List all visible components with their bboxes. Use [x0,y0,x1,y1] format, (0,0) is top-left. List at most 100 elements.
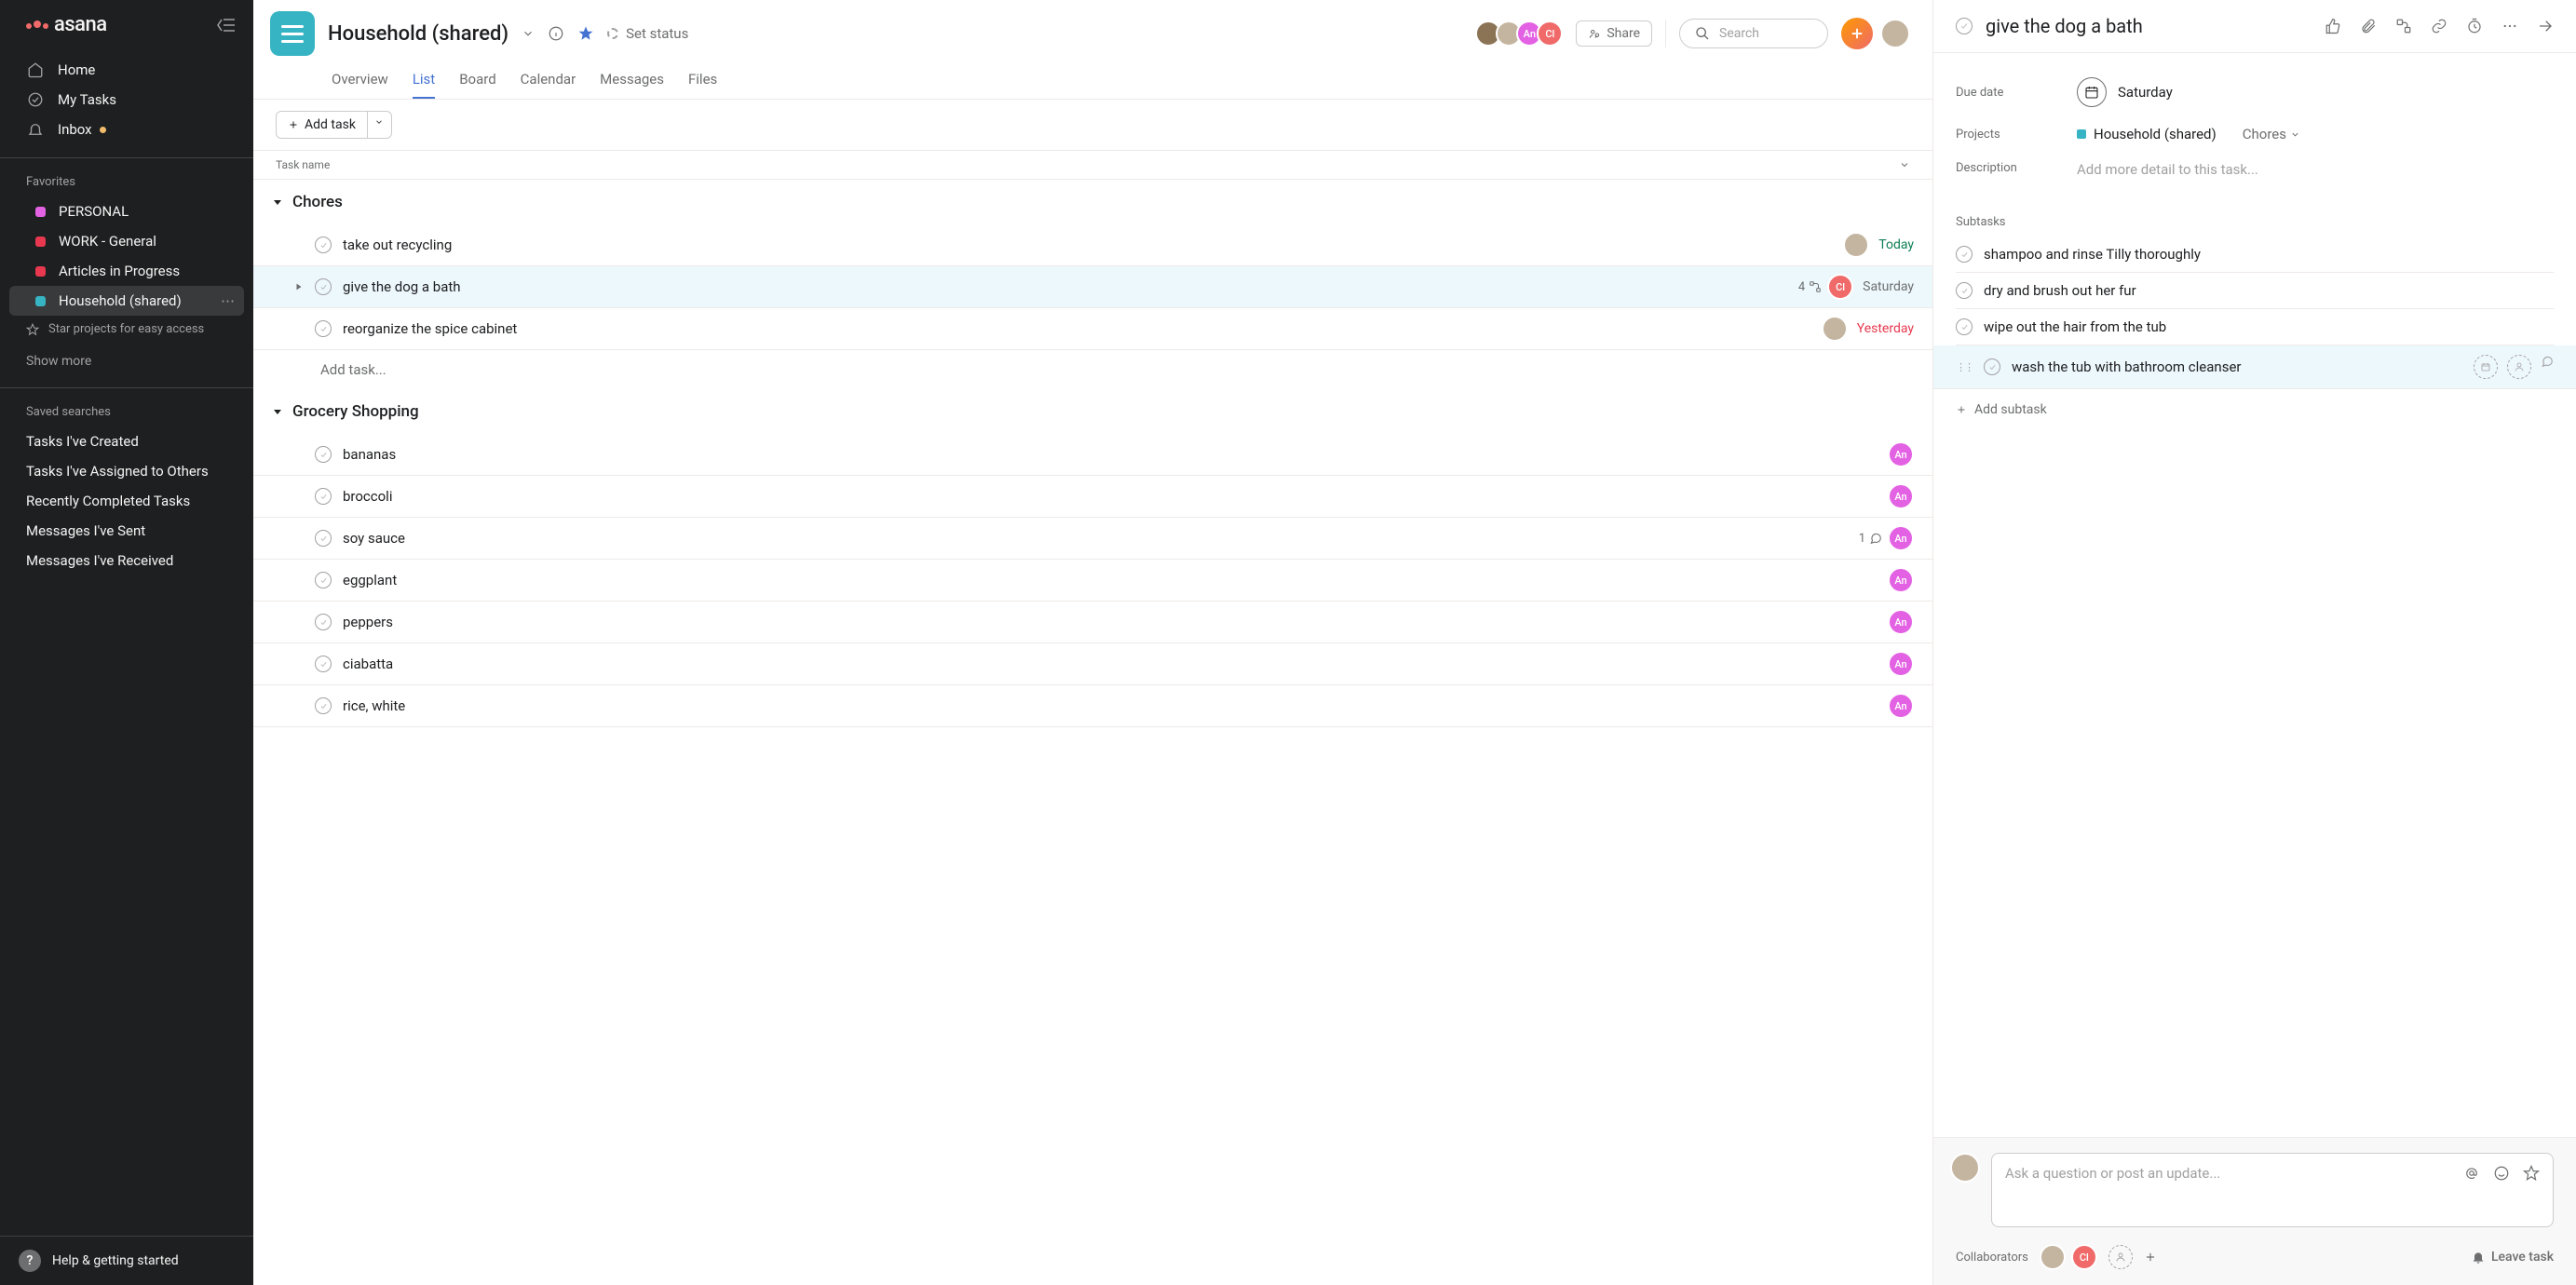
sidebar-favorite[interactable]: Household (shared)⋯ [9,286,244,316]
more-icon[interactable]: ⋯ [221,292,235,309]
info-icon[interactable] [548,25,564,42]
assignee-avatar[interactable]: Cl [1827,274,1853,300]
assignee-placeholder-icon[interactable] [2507,355,2531,379]
task-row[interactable]: soy sauce1 An [253,518,1932,560]
show-more[interactable]: Show more [0,343,253,380]
complete-task-button[interactable] [315,530,332,547]
add-collaborator-button[interactable] [2144,1251,2157,1264]
section-header[interactable]: Chores [253,180,1932,224]
complete-subtask-button[interactable] [1956,282,1973,299]
assignee-avatar[interactable] [1822,316,1848,342]
project-icon[interactable] [270,11,315,56]
search-input[interactable]: Search [1679,19,1828,48]
complete-subtask-button[interactable] [1956,246,1973,263]
complete-task-button[interactable] [315,446,332,463]
chevron-down-icon[interactable] [1899,159,1910,170]
appreciation-icon[interactable] [2523,1165,2540,1182]
link-icon[interactable] [2431,18,2447,34]
subtask-row[interactable]: shampoo and rinse Tilly thoroughly [1956,237,2554,273]
task-row[interactable]: bananasAn [253,434,1932,476]
complete-task-button[interactable] [315,572,332,588]
project-chip[interactable]: Household (shared) [2077,126,2217,142]
saved-search-item[interactable]: Messages I've Sent [0,516,253,546]
subtask-row[interactable]: wipe out the hair from the tub [1956,309,2554,345]
complete-task-button[interactable] [315,278,332,295]
help-button[interactable]: ? Help & getting started [0,1236,253,1285]
emoji-icon[interactable] [2493,1165,2510,1182]
task-row[interactable]: eggplantAn [253,560,1932,602]
expand-icon[interactable] [294,282,304,291]
mention-icon[interactable] [2463,1165,2480,1182]
due-date-placeholder-icon[interactable] [2474,355,2498,379]
set-status-button[interactable]: Set status [607,25,688,42]
saved-search-item[interactable]: Recently Completed Tasks [0,486,253,516]
collapse-sidebar-icon[interactable] [216,18,237,33]
add-task-button[interactable]: Add task [276,111,368,139]
task-row[interactable]: rice, whiteAn [253,685,1932,727]
task-row[interactable]: take out recyclingToday [253,224,1932,266]
complete-task-button[interactable] [315,488,332,505]
sidebar-favorite[interactable]: WORK - General [0,226,253,256]
tab-overview[interactable]: Overview [332,63,388,99]
section-header[interactable]: Grocery Shopping [253,389,1932,434]
task-row[interactable]: broccoliAn [253,476,1932,518]
task-row[interactable]: ciabattaAn [253,643,1932,685]
task-row[interactable]: peppersAn [253,602,1932,643]
asana-logo[interactable]: asana [26,13,107,36]
saved-search-item[interactable]: Tasks I've Assigned to Others [0,456,253,486]
complete-subtask-button[interactable] [1984,358,2000,375]
sidebar-favorite[interactable]: Articles in Progress [0,256,253,286]
assignee-avatar[interactable]: An [1888,609,1914,635]
user-avatar[interactable] [1880,19,1910,48]
assignee-avatar[interactable]: An [1888,483,1914,509]
due-date-value[interactable]: Saturday [2077,77,2173,107]
complete-task-button[interactable] [315,320,332,337]
sidebar-favorite[interactable]: PERSONAL [0,196,253,226]
global-create-button[interactable] [1841,18,1873,49]
complete-subtask-button[interactable] [1956,318,1973,335]
assignee-avatar[interactable] [1843,232,1869,258]
assignee-avatar[interactable]: An [1888,567,1914,593]
nav-inbox[interactable]: Inbox [0,115,253,144]
nav-home[interactable]: Home [0,55,253,85]
section-chip[interactable]: Chores [2243,126,2300,142]
timer-icon[interactable] [2466,18,2483,34]
complete-task-button[interactable] [315,697,332,714]
add-task-dropdown[interactable] [367,111,392,139]
complete-task-button[interactable] [315,614,332,630]
comment-icon[interactable] [2541,355,2554,379]
collaborator-avatar[interactable]: Cl [2071,1244,2097,1270]
tab-messages[interactable]: Messages [600,63,664,99]
attachment-icon[interactable] [2360,18,2377,34]
assignee-avatar[interactable]: An [1888,651,1914,677]
member-avatar[interactable]: Cl [1537,20,1563,47]
saved-search-item[interactable]: Messages I've Received [0,546,253,575]
nav-my-tasks[interactable]: My Tasks [0,85,253,115]
task-row[interactable]: give the dog a bath4 ClSaturday [253,266,1932,308]
tab-board[interactable]: Board [459,63,495,99]
description-input[interactable]: Add more detail to this task... [2077,161,2258,178]
assignee-avatar[interactable]: An [1888,693,1914,719]
comment-input[interactable]: Ask a question or post an update... [1991,1153,2554,1227]
share-button[interactable]: Share [1576,20,1652,47]
assignee-avatar[interactable]: An [1888,441,1914,467]
add-task-inline[interactable]: Add task... [253,350,1932,389]
project-members[interactable]: AnCl [1481,20,1563,47]
task-title[interactable]: give the dog a bath [1986,15,2312,37]
complete-task-button[interactable] [1956,18,1973,34]
subtask-row[interactable]: ⋮⋮wash the tub with bathroom cleanser [1933,345,2576,389]
more-icon[interactable] [2501,18,2518,34]
close-detail-icon[interactable] [2537,18,2554,34]
complete-task-button[interactable] [315,237,332,253]
assignee-avatar[interactable]: An [1888,525,1914,551]
chevron-down-icon[interactable] [522,27,535,40]
complete-task-button[interactable] [315,656,332,672]
tab-calendar[interactable]: Calendar [521,63,576,99]
add-collaborator-placeholder[interactable] [2108,1245,2133,1269]
drag-handle-icon[interactable]: ⋮⋮ [1956,361,1973,373]
add-subtask-button[interactable]: Add subtask [1956,389,2554,430]
subtask-row[interactable]: dry and brush out her fur [1956,273,2554,309]
tab-files[interactable]: Files [688,63,717,99]
leave-task-button[interactable]: Leave task [2471,1250,2554,1265]
tab-list[interactable]: List [413,63,435,99]
